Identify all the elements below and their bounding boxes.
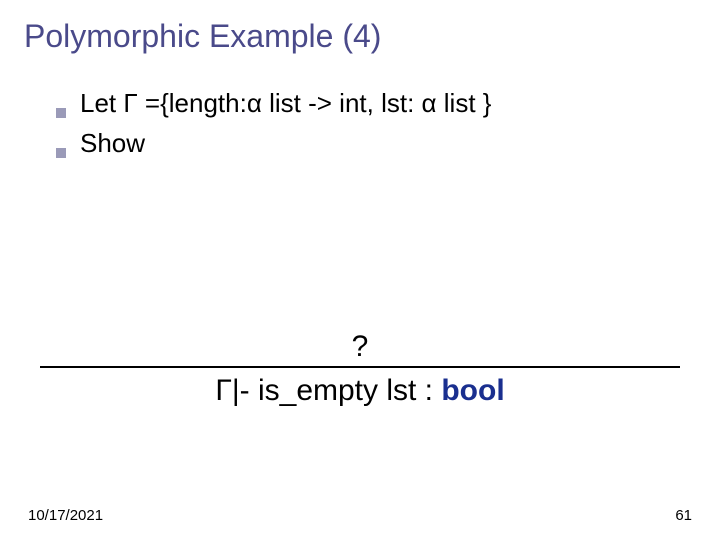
bullet-item: Let Γ ={length:α list -> int, lst: α lis… xyxy=(56,85,690,121)
slide-title: Polymorphic Example (4) xyxy=(0,0,720,55)
proof-conclusion: Γ|- is_empty lst : bool xyxy=(0,374,720,408)
bullet-text: Let Γ ={length:α list -> int, lst: α lis… xyxy=(80,85,491,121)
bullet-item: Show xyxy=(56,125,690,161)
bullet-text: Show xyxy=(80,125,145,161)
footer-page-number: 61 xyxy=(675,507,692,524)
inference-rule-line xyxy=(40,366,680,368)
square-bullet-icon xyxy=(56,148,66,158)
proof-premise: ? xyxy=(0,330,720,364)
conclusion-type: bool xyxy=(441,374,504,407)
footer: 10/17/2021 61 xyxy=(28,507,692,524)
footer-date: 10/17/2021 xyxy=(28,507,103,524)
slide: Polymorphic Example (4) Let Γ ={length:α… xyxy=(0,0,720,540)
body: Let Γ ={length:α list -> int, lst: α lis… xyxy=(0,55,720,162)
proof-derivation: ? Γ|- is_empty lst : bool xyxy=(0,330,720,408)
conclusion-prefix: Γ|- is_empty lst : xyxy=(215,374,441,407)
square-bullet-icon xyxy=(56,108,66,118)
